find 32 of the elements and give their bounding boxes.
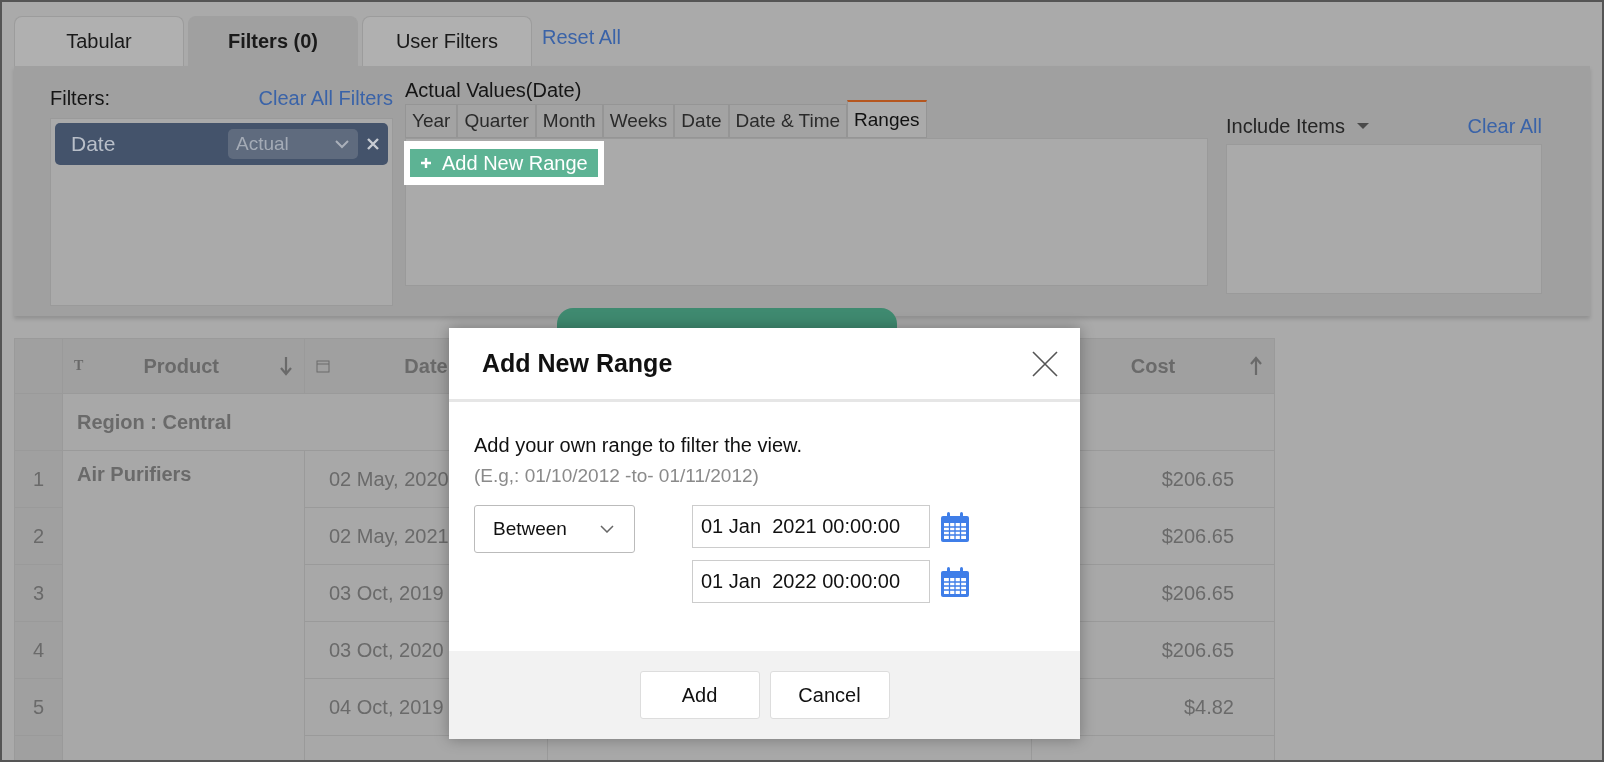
tab[interactable]: Tabular: [14, 16, 184, 66]
values-title: Actual Values(Date): [405, 79, 582, 102]
tab[interactable]: Date: [674, 104, 729, 138]
caret-icon: [1356, 123, 1369, 130]
tab[interactable]: Ranges: [847, 100, 927, 138]
calendar-icon: [316, 359, 330, 373]
table-cell: Air Purifiers: [62, 450, 305, 760]
tab[interactable]: User Filters: [362, 16, 532, 66]
chevron-icon: [600, 525, 614, 533]
close-icon[interactable]: [1032, 350, 1058, 377]
calendar-icon[interactable]: [940, 565, 970, 598]
calendar-icon[interactable]: [940, 510, 970, 543]
date-field[interactable]: 01 Jan 2021 00:00:00: [692, 505, 930, 548]
filter-name: Date: [71, 132, 117, 156]
filters-label: Filters:: [50, 87, 110, 110]
tab[interactable]: Date & Time: [728, 104, 848, 138]
chevron-icon: [334, 139, 350, 149]
sort-up-icon[interactable]: [1249, 356, 1263, 376]
tab[interactable]: Filters (0): [188, 16, 358, 66]
add-button[interactable]: Add: [639, 671, 760, 719]
plus-icon: [420, 157, 432, 169]
filter-chip[interactable]: Date Actual: [55, 123, 388, 165]
tab[interactable]: Year: [405, 104, 458, 138]
date-field[interactable]: 01 Jan 2022 00:00:00: [692, 560, 930, 603]
cancel-button[interactable]: Cancel: [769, 671, 890, 719]
sort-down-icon[interactable]: [279, 356, 293, 376]
remove-icon[interactable]: [366, 137, 380, 151]
operator-dropdown[interactable]: Between: [474, 505, 635, 553]
tab[interactable]: Weeks: [602, 104, 675, 138]
tab[interactable]: Month: [535, 104, 603, 138]
tab[interactable]: Quarter: [457, 104, 536, 138]
include-items-dropdown[interactable]: Include Items: [1226, 115, 1369, 138]
